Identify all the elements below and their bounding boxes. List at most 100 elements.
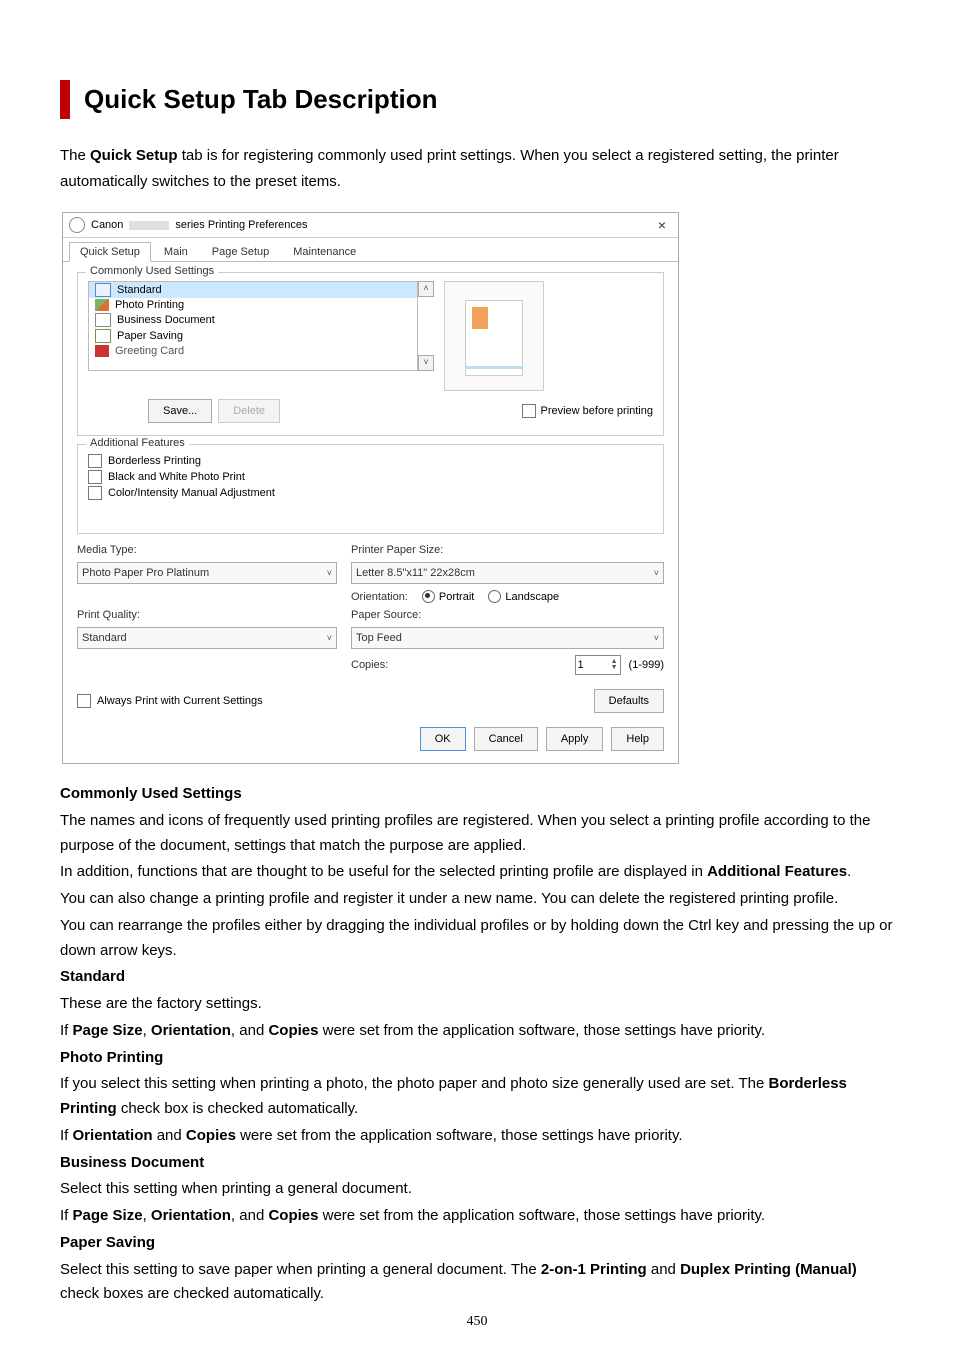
always-print-option[interactable]: Always Print with Current Settings: [77, 694, 263, 708]
apply-button[interactable]: Apply: [546, 727, 604, 751]
media-type-select[interactable]: Photo Paper Pro Platinum ˅: [77, 562, 337, 584]
feature-bw-photo-print[interactable]: Black and White Photo Print: [88, 469, 653, 485]
title-block: Quick Setup Tab Description: [60, 80, 894, 119]
text: You can rearrange the profiles either by…: [60, 914, 894, 964]
intro-bold: Quick Setup: [90, 147, 178, 164]
print-quality-select[interactable]: Standard ˅: [77, 627, 337, 649]
text: These are the factory settings.: [60, 992, 894, 1017]
tab-page-setup[interactable]: Page Setup: [201, 242, 281, 261]
chevron-down-icon: ˅: [654, 568, 659, 578]
document-icon: [95, 313, 111, 327]
feature-label: Borderless Printing: [108, 455, 201, 467]
help-button[interactable]: Help: [611, 727, 664, 751]
orientation-landscape-option[interactable]: Landscape: [488, 590, 559, 603]
orientation-portrait-radio[interactable]: [422, 590, 435, 603]
profile-item-greeting-card[interactable]: Greeting Card: [89, 344, 417, 358]
text: If you select this setting when printing…: [60, 1072, 894, 1122]
profile-list[interactable]: Standard Photo Printing Business Documen…: [88, 281, 418, 371]
additional-features-label: Additional Features: [86, 437, 189, 449]
window-title-prefix: Canon: [91, 219, 123, 231]
list-item-label: Greeting Card: [115, 345, 184, 357]
additional-features-group: Additional Features Borderless Printing …: [77, 444, 664, 534]
heading-paper-saving: Paper Saving: [60, 1231, 894, 1256]
text: The names and icons of frequently used p…: [60, 809, 894, 859]
always-print-checkbox[interactable]: [77, 694, 91, 708]
printer-paper-size-select[interactable]: Letter 8.5"x11" 22x28cm ˅: [351, 562, 664, 584]
delete-button[interactable]: Delete: [218, 399, 280, 423]
dialog-titlebar: Canon series Printing Preferences ×: [63, 213, 678, 238]
card-icon: [95, 345, 109, 357]
preview-before-printing-checkbox[interactable]: [522, 404, 536, 418]
chevron-down-icon: ˅: [327, 568, 332, 578]
print-preview-thumbnail: [444, 281, 544, 391]
save-button[interactable]: Save...: [148, 399, 212, 423]
bw-photo-print-checkbox[interactable]: [88, 470, 102, 484]
text: Select this setting to save paper when p…: [60, 1258, 894, 1308]
profile-item-standard[interactable]: Standard: [89, 282, 417, 298]
copies-range: (1-999): [629, 659, 664, 671]
print-quality-label: Print Quality:: [77, 609, 337, 621]
heading-photo-printing: Photo Printing: [60, 1046, 894, 1071]
copies-spinner[interactable]: 1 ▲▼: [575, 655, 621, 675]
orientation-label: Orientation:: [351, 591, 408, 603]
media-type-label: Media Type:: [77, 544, 337, 556]
list-item-label: Standard: [117, 284, 162, 296]
text: If Orientation and Copies were set from …: [60, 1124, 894, 1149]
feature-borderless-printing[interactable]: Borderless Printing: [88, 453, 653, 469]
list-item-label: Photo Printing: [115, 299, 184, 311]
window-title-model-placeholder: [129, 221, 169, 230]
defaults-button[interactable]: Defaults: [594, 689, 664, 713]
text: If Page Size, Orientation, and Copies we…: [60, 1204, 894, 1229]
page-title: Quick Setup Tab Description: [84, 84, 894, 115]
page-number: 450: [0, 1314, 954, 1330]
printing-preferences-dialog: Canon series Printing Preferences × Quic…: [62, 212, 679, 764]
profile-scroll-up[interactable]: ˄: [418, 281, 434, 297]
feature-label: Black and White Photo Print: [108, 471, 245, 483]
window-title-suffix: series Printing Preferences: [175, 219, 307, 231]
feature-label: Color/Intensity Manual Adjustment: [108, 487, 275, 499]
profile-item-business-document[interactable]: Business Document: [89, 312, 417, 328]
heading-commonly-used-settings: Commonly Used Settings: [60, 782, 894, 807]
print-quality-value: Standard: [82, 632, 127, 644]
preview-before-printing-label: Preview before printing: [540, 405, 653, 417]
copies-label: Copies:: [351, 659, 388, 671]
media-type-value: Photo Paper Pro Platinum: [82, 567, 209, 579]
profile-item-photo-printing[interactable]: Photo Printing: [89, 298, 417, 312]
orientation-portrait-option[interactable]: Portrait: [422, 590, 474, 603]
orientation-landscape-label: Landscape: [505, 591, 559, 603]
paper-saving-icon: [95, 329, 111, 343]
copies-value: 1: [578, 659, 584, 671]
body-text: Commonly Used Settings The names and ico…: [60, 782, 894, 1307]
heading-business-document: Business Document: [60, 1151, 894, 1176]
ok-button[interactable]: OK: [420, 727, 466, 751]
list-item-label: Business Document: [117, 314, 215, 326]
intro-prefix: The: [60, 147, 90, 164]
text: Select this setting when printing a gene…: [60, 1177, 894, 1202]
list-item-label: Paper Saving: [117, 330, 183, 342]
cancel-button[interactable]: Cancel: [474, 727, 538, 751]
standard-icon: [95, 283, 111, 297]
tab-strip: Quick Setup Main Page Setup Maintenance: [63, 238, 678, 262]
always-print-label: Always Print with Current Settings: [97, 695, 263, 707]
tab-main[interactable]: Main: [153, 242, 199, 261]
text: In addition, functions that are thought …: [60, 860, 894, 885]
heading-standard: Standard: [60, 965, 894, 990]
printer-paper-size-label: Printer Paper Size:: [351, 544, 664, 556]
orientation-portrait-label: Portrait: [439, 591, 474, 603]
profile-scroll-arrows: ˄ ˅: [418, 281, 432, 371]
intro-paragraph: The Quick Setup tab is for registering c…: [60, 143, 894, 194]
profile-scroll-down[interactable]: ˅: [418, 355, 434, 371]
tab-maintenance[interactable]: Maintenance: [282, 242, 367, 261]
tab-quick-setup[interactable]: Quick Setup: [69, 242, 151, 262]
close-button[interactable]: ×: [652, 217, 672, 233]
orientation-landscape-radio[interactable]: [488, 590, 501, 603]
paper-source-select[interactable]: Top Feed ˅: [351, 627, 664, 649]
text: You can also change a printing profile a…: [60, 887, 894, 912]
paper-source-value: Top Feed: [356, 632, 402, 644]
color-intensity-checkbox[interactable]: [88, 486, 102, 500]
feature-color-intensity[interactable]: Color/Intensity Manual Adjustment: [88, 485, 653, 501]
borderless-printing-checkbox[interactable]: [88, 454, 102, 468]
intro-suffix: tab is for registering commonly used pri…: [60, 147, 839, 190]
profile-item-paper-saving[interactable]: Paper Saving: [89, 328, 417, 344]
chevron-down-icon: ˅: [327, 633, 332, 643]
